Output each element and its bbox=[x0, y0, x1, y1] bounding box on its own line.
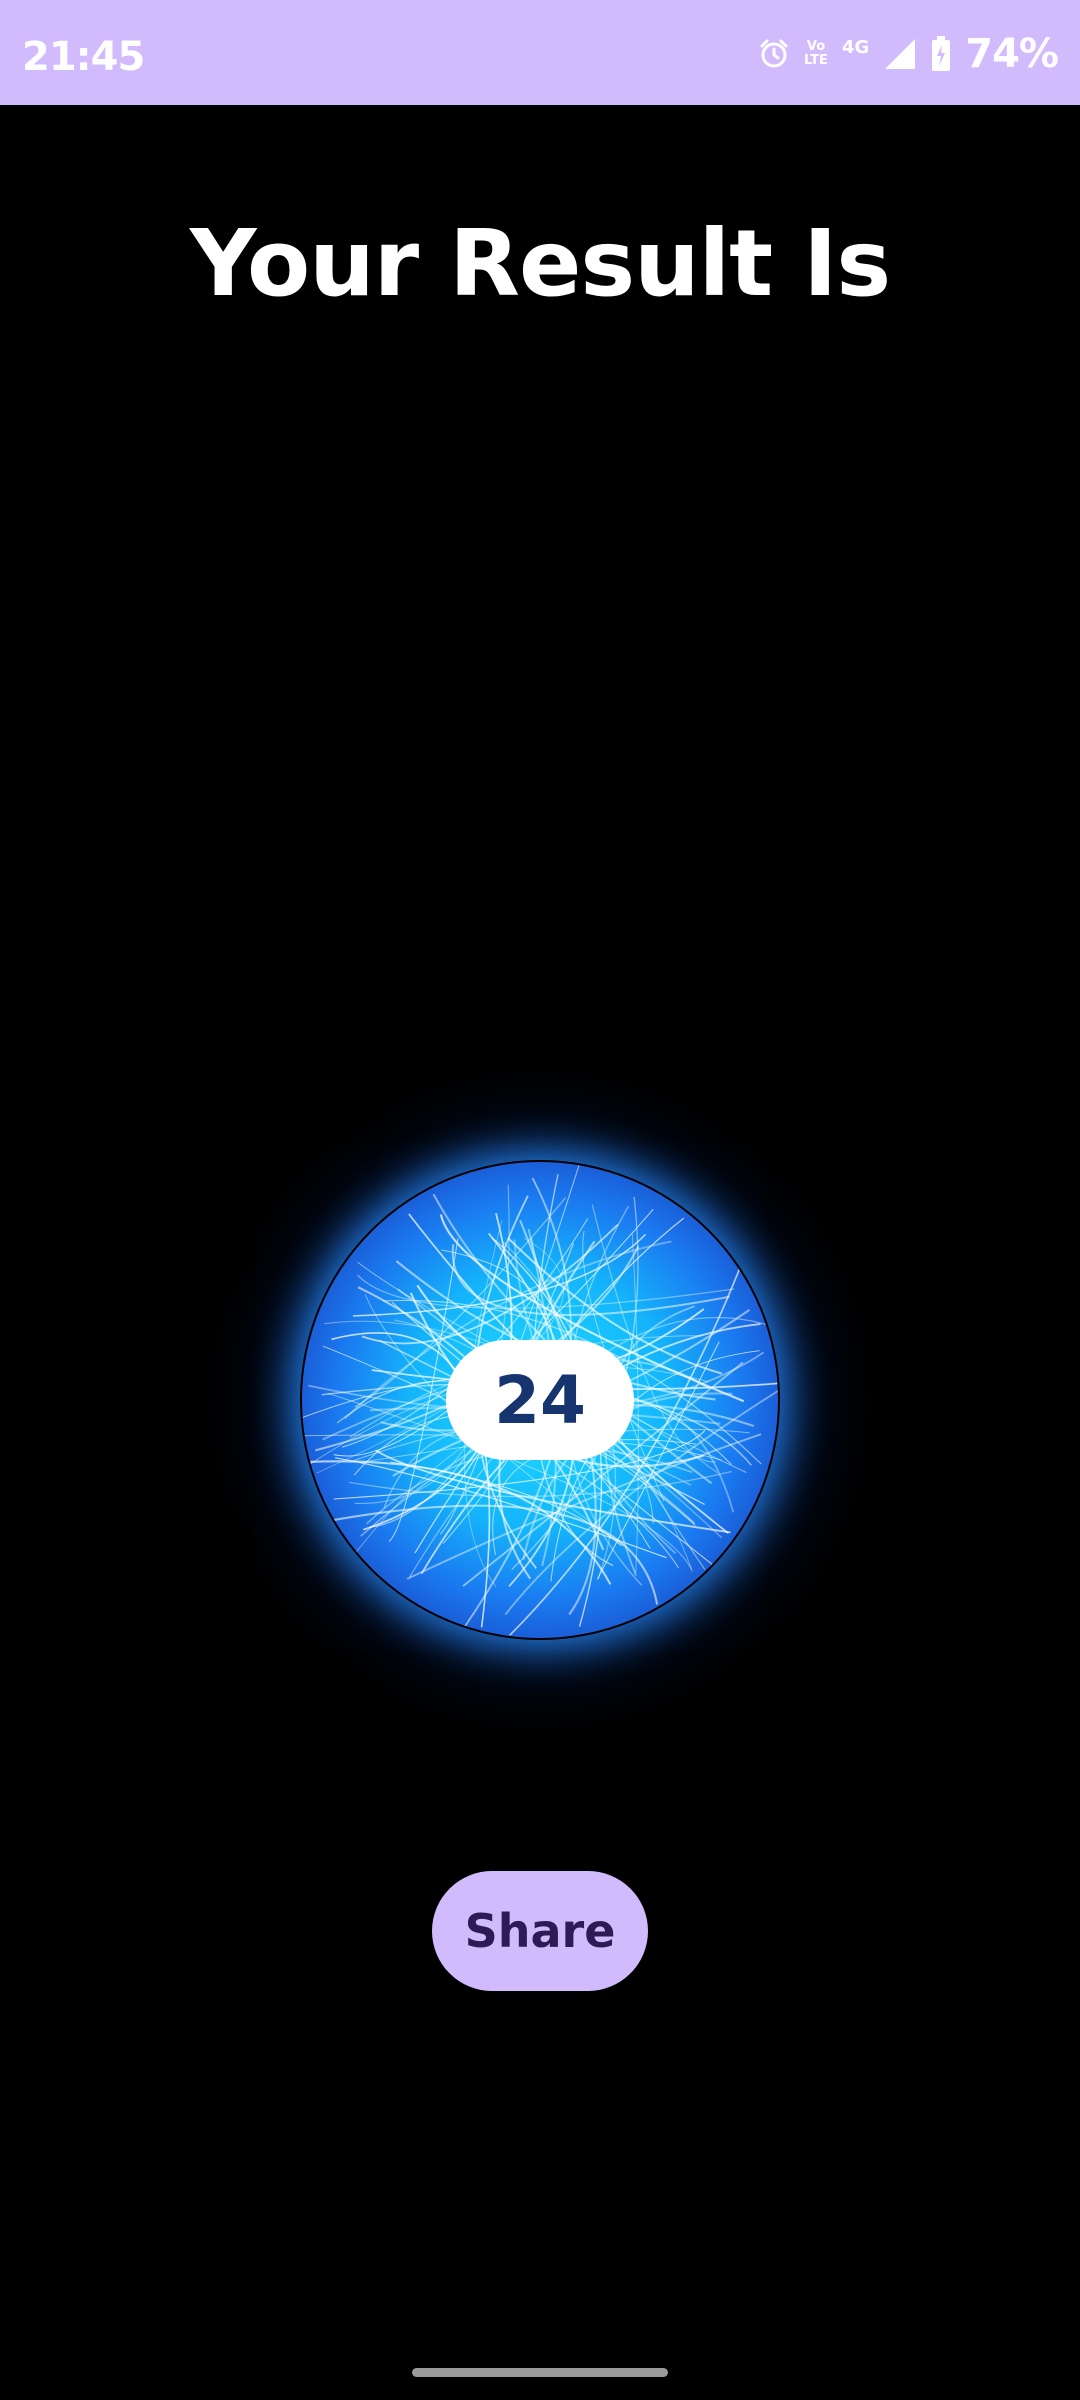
gesture-bar[interactable] bbox=[412, 2368, 668, 2377]
result-value: 24 bbox=[446, 1340, 634, 1460]
status-time: 21:45 bbox=[22, 34, 145, 80]
share-button[interactable]: Share bbox=[432, 1871, 648, 1991]
volte-icon: Vo LTE bbox=[804, 40, 828, 68]
signal-icon bbox=[883, 37, 917, 71]
status-icons: Vo LTE 4G 74% bbox=[758, 30, 1059, 78]
battery-percent: 74% bbox=[965, 31, 1059, 77]
alarm-icon bbox=[758, 38, 790, 70]
result-screen: 21:45 Vo LTE 4G 74% Your Result Is 24 Sh… bbox=[0, 0, 1080, 2400]
network-type: 4G bbox=[841, 36, 870, 58]
page-title: Your Result Is bbox=[189, 210, 891, 317]
volte-top-label: Vo bbox=[806, 39, 826, 54]
status-bar: 21:45 Vo LTE 4G 74% bbox=[0, 0, 1080, 105]
battery-icon bbox=[931, 36, 951, 72]
volte-bottom-label: LTE bbox=[804, 53, 828, 68]
